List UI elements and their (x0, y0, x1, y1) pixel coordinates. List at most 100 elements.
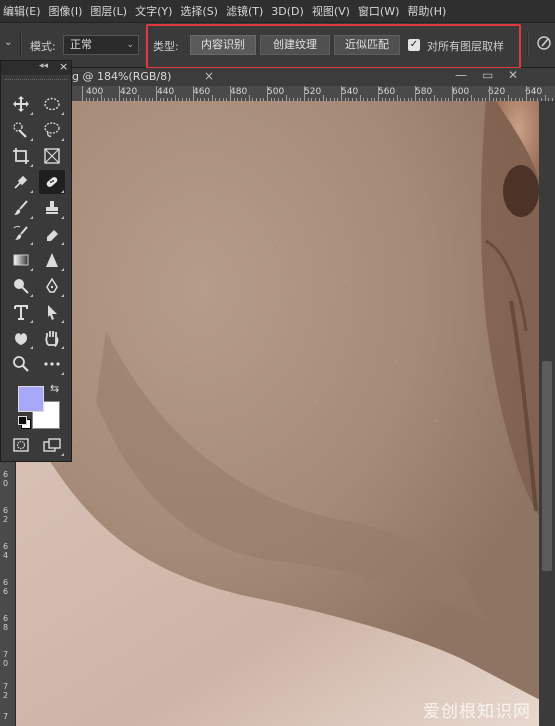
spot-healing-brush-icon[interactable] (39, 170, 65, 194)
menu-select[interactable]: 选择(S) (177, 3, 223, 19)
quick-selection-icon[interactable] (8, 118, 34, 142)
move-tool-icon[interactable] (8, 92, 34, 116)
default-colors-icon[interactable] (18, 416, 31, 429)
dodge-icon[interactable] (8, 274, 34, 298)
ruler-label: 0 (3, 659, 9, 668)
tools-panel: ◂◂ × ⇆ (0, 60, 72, 462)
screen-mode-icon[interactable] (39, 433, 65, 457)
ruler-label: 6 (3, 614, 9, 623)
ruler-label: 8 (3, 623, 9, 632)
path-selection-icon[interactable] (39, 300, 65, 324)
photo-jaw-closeup (16, 101, 542, 726)
lasso-icon[interactable] (39, 118, 65, 142)
ruler-tick (82, 86, 83, 101)
elliptical-marquee-icon[interactable] (39, 92, 65, 116)
ruler-label: 6 (3, 587, 9, 596)
collapse-icon[interactable]: ◂◂ (39, 61, 48, 71)
scroll-thumb[interactable] (542, 361, 552, 571)
ruler-label: 6 (3, 578, 9, 587)
more-tools-icon[interactable] (39, 352, 65, 376)
ruler-label: 460 (193, 87, 211, 97)
gradient-icon[interactable] (8, 248, 34, 272)
brush-icon[interactable] (8, 196, 34, 220)
custom-shape-icon[interactable] (8, 326, 34, 350)
ruler-label: 520 (304, 87, 322, 97)
hand-icon[interactable] (39, 326, 65, 350)
sharpen-icon[interactable] (39, 248, 65, 272)
close-icon[interactable]: × (204, 69, 214, 83)
menu-filter[interactable]: 滤镜(T) (223, 3, 268, 19)
ruler-tick (341, 86, 342, 101)
clone-stamp-icon[interactable] (39, 196, 65, 220)
crop-icon[interactable] (8, 144, 34, 168)
menu-layer[interactable]: 图层(L) (87, 3, 132, 19)
swap-colors-icon[interactable]: ⇆ (50, 382, 59, 395)
ruler-label: 6 (3, 506, 9, 515)
menu-help[interactable]: 帮助(H) (404, 3, 451, 19)
divider (20, 33, 22, 57)
ruler-label: 6 (3, 470, 9, 479)
ruler-tick (267, 86, 268, 101)
ruler-tick (378, 86, 379, 101)
type-options-highlight (146, 24, 521, 69)
divider (527, 33, 529, 57)
menu-image[interactable]: 图像(I) (46, 3, 88, 19)
ruler-label: 7 (3, 712, 9, 721)
ruler-label: 6 (3, 542, 9, 551)
zoom-icon[interactable] (8, 352, 34, 376)
menu-edit[interactable]: 编辑(E) (0, 3, 46, 19)
ruler-label: 0 (3, 479, 9, 488)
eraser-icon[interactable] (39, 222, 65, 246)
menu-window[interactable]: 窗口(W) (355, 3, 404, 19)
restore-icon[interactable]: ▭ (482, 68, 493, 82)
ruler-tick (526, 86, 527, 101)
ruler-label: 7 (3, 682, 9, 691)
horizontal-ruler: 400 420 440 460 480 500 520 540 560 580 … (0, 86, 555, 102)
ruler-label: 560 (378, 87, 396, 97)
ruler-label: 620 (488, 87, 506, 97)
ruler-label: 600 (452, 87, 470, 97)
document-title[interactable]: g @ 184%(RGB/8) (72, 70, 171, 83)
close-icon[interactable]: × (59, 60, 68, 73)
pressure-brush-icon[interactable] (536, 35, 552, 51)
ruler-tick (119, 86, 120, 101)
frame-icon[interactable] (39, 144, 65, 168)
ruler-label: 640 (525, 87, 543, 97)
eyedropper-icon[interactable] (8, 170, 34, 194)
type-icon[interactable] (8, 300, 34, 324)
watermark-text: 爱创根知识网 (423, 702, 531, 722)
ruler-label: 2 (3, 691, 9, 700)
ruler-label: 2 (3, 515, 9, 524)
mode-select[interactable]: 正常 ⌄ (63, 35, 139, 55)
ruler-tick (452, 86, 453, 101)
document-tab-bar: g @ 184%(RGB/8) × — ▭ ✕ (0, 68, 555, 87)
chevron-down-icon: ⌄ (126, 40, 134, 50)
ruler-label: 440 (157, 87, 175, 97)
ruler-tick (489, 86, 490, 101)
panel-grip[interactable] (5, 79, 67, 83)
chevron-down-icon[interactable]: ⌄ (4, 37, 16, 51)
ruler-label: 580 (415, 87, 433, 97)
tools-panel-header[interactable]: ◂◂ × (1, 60, 71, 75)
pen-icon[interactable] (39, 274, 65, 298)
menu-bar: 编辑(E) 图像(I) 图层(L) 文字(Y) 选择(S) 滤镜(T) 3D(D… (0, 0, 555, 23)
vertical-scrollbar[interactable] (539, 101, 555, 726)
minimize-icon[interactable]: — (455, 68, 467, 82)
ruler-label: 420 (120, 87, 138, 97)
ruler-tick (230, 86, 231, 101)
ruler-tick (193, 86, 194, 101)
close-icon[interactable]: ✕ (508, 68, 518, 82)
menu-view[interactable]: 视图(V) (309, 3, 355, 19)
foreground-color-swatch[interactable] (18, 386, 44, 412)
menu-type[interactable]: 文字(Y) (132, 3, 177, 19)
quick-mask-icon[interactable] (8, 433, 34, 457)
ruler-label: 7 (3, 650, 9, 659)
history-brush-icon[interactable] (8, 222, 34, 246)
menu-3d[interactable]: 3D(D) (268, 5, 309, 18)
document-canvas[interactable] (16, 101, 542, 726)
ruler-label: 500 (267, 87, 285, 97)
ruler-tick (156, 86, 157, 101)
mode-label: 模式: (30, 40, 56, 53)
ruler-tick (304, 86, 305, 101)
mode-value: 正常 (70, 38, 92, 51)
